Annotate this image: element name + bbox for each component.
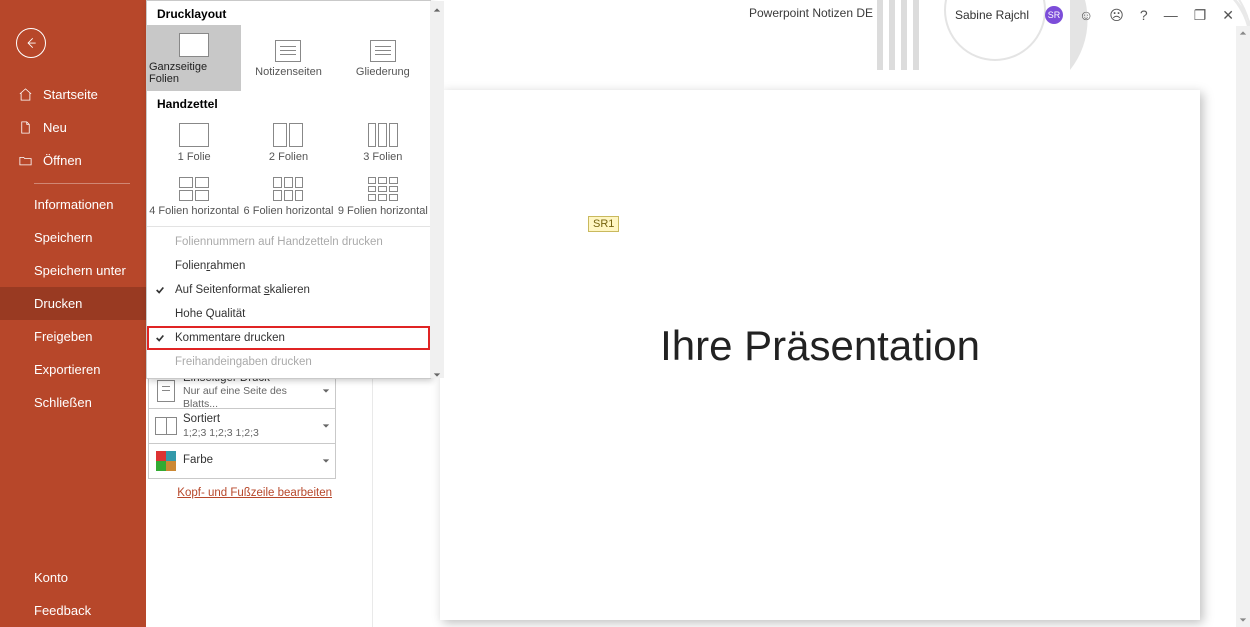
preview-scrollbar[interactable] <box>1236 26 1250 627</box>
chevron-down-icon <box>317 457 335 465</box>
handout-3-icon <box>368 123 398 147</box>
sidebar-item-startseite[interactable]: Startseite <box>0 78 146 111</box>
sidebar-item-speichern[interactable]: Speichern <box>0 221 146 254</box>
flyout-scrollbar[interactable] <box>430 1 444 378</box>
option-label: Folienrahmen <box>175 260 245 272</box>
check-icon <box>155 285 165 295</box>
handout-3-folien[interactable]: 3 Folien <box>336 115 430 169</box>
layout-option-notizenseiten[interactable]: Notizenseiten <box>241 25 335 91</box>
sidebar-label: Öffnen <box>43 153 82 168</box>
single-side-icon <box>157 380 175 402</box>
sidebar-item-oeffnen[interactable]: Öffnen <box>0 144 146 177</box>
handout-1-folie[interactable]: 1 Folie <box>147 115 241 169</box>
option-freihandeingaben-drucken: Freihandeingaben drucken <box>147 350 430 374</box>
handout-4-horizontal[interactable]: 4 Folien horizontal <box>147 169 241 223</box>
handout-1-icon <box>179 123 209 147</box>
handout-9h-icon <box>368 177 398 201</box>
print-layout-flyout: Drucklayout Ganzseitige Folien Notizense… <box>146 0 431 379</box>
option-kommentare-drucken[interactable]: Kommentare drucken <box>147 326 430 350</box>
chevron-down-icon <box>317 422 335 430</box>
chevron-down-icon <box>317 387 335 395</box>
option-foliennummern-drucken: Foliennummern auf Handzetteln drucken <box>147 230 430 254</box>
slide-title-text: Ihre Präsentation <box>440 322 1200 370</box>
sidebar-item-exportieren[interactable]: Exportieren <box>0 353 146 386</box>
setting-collate[interactable]: Sortiert 1;2;3 1;2;3 1;2;3 <box>148 408 336 444</box>
layout-option-gliederung[interactable]: Gliederung <box>336 25 430 91</box>
face-frown-icon[interactable]: ☹ <box>1109 7 1124 24</box>
outline-icon <box>370 40 396 62</box>
window-controls: Sabine Rajchl SR ☺ ☹ ? — ❐ ✕ <box>955 6 1234 24</box>
print-preview-area: Powerpoint Notizen DE Sabine Rajchl SR ☺… <box>372 0 1250 627</box>
collate-icon <box>155 417 177 435</box>
help-icon[interactable]: ? <box>1140 7 1148 23</box>
window-close-button[interactable]: ✕ <box>1222 7 1234 24</box>
handout-6-horizontal[interactable]: 6 Folien horizontal <box>241 169 335 223</box>
comment-marker[interactable]: SR1 <box>588 216 619 232</box>
face-smile-icon[interactable]: ☺ <box>1079 7 1093 23</box>
handout-4h-icon <box>179 177 209 201</box>
back-button[interactable] <box>16 28 46 58</box>
setting-color[interactable]: Farbe <box>148 443 336 479</box>
handout-2-folien[interactable]: 2 Folien <box>241 115 335 169</box>
layout-option-ganzseitige-folien[interactable]: Ganzseitige Folien <box>147 25 241 91</box>
option-folienrahmen[interactable]: Folienrahmen <box>147 254 430 278</box>
scroll-down-icon <box>1239 616 1247 624</box>
sidebar-item-drucken[interactable]: Drucken <box>0 287 146 320</box>
option-label: Auf Seitenformat skalieren <box>175 284 310 296</box>
sidebar-item-freigeben[interactable]: Freigeben <box>0 320 146 353</box>
sidebar-item-konto[interactable]: Konto <box>0 561 146 594</box>
sidebar-label: Neu <box>43 120 67 135</box>
window-minimize-button[interactable]: — <box>1164 7 1178 23</box>
user-avatar[interactable]: SR <box>1045 6 1063 24</box>
handout-6h-icon <box>273 177 303 201</box>
check-icon <box>155 333 165 343</box>
file-icon <box>18 120 33 135</box>
option-auf-seitenformat-skalieren[interactable]: Auf Seitenformat skalieren <box>147 278 430 302</box>
print-settings-column: Drucklayout Ganzseitige Folien Notizense… <box>146 0 372 627</box>
sidebar-item-informationen[interactable]: Informationen <box>0 188 146 221</box>
notes-page-icon <box>275 40 301 62</box>
fullpage-slide-icon <box>179 33 209 57</box>
user-name: Sabine Rajchl <box>955 8 1029 22</box>
sidebar-item-feedback[interactable]: Feedback <box>0 594 146 627</box>
handout-9-horizontal[interactable]: 9 Folien horizontal <box>336 169 430 223</box>
sidebar-item-speichern-unter[interactable]: Speichern unter <box>0 254 146 287</box>
option-hohe-qualitaet[interactable]: Hohe Qualität <box>147 302 430 326</box>
header-footer-link[interactable]: Kopf- und Fußzeile bearbeiten <box>148 487 336 499</box>
scroll-up-icon <box>433 3 441 11</box>
home-icon <box>18 87 33 102</box>
backstage-sidebar: Startseite Neu Öffnen Informationen Spei… <box>0 0 146 627</box>
scroll-down-icon <box>433 368 441 376</box>
color-icon <box>156 451 176 471</box>
window-restore-button[interactable]: ❐ <box>1194 7 1207 24</box>
flyout-section-drucklayout: Drucklayout <box>147 1 430 25</box>
sidebar-item-neu[interactable]: Neu <box>0 111 146 144</box>
folder-open-icon <box>18 153 33 168</box>
scroll-up-icon <box>1239 29 1247 37</box>
flyout-section-handzettel: Handzettel <box>147 91 430 115</box>
slide-preview: SR1 Ihre Präsentation <box>440 90 1200 620</box>
handout-2-icon <box>273 123 303 147</box>
sidebar-label: Startseite <box>43 87 98 102</box>
sidebar-item-schliessen[interactable]: Schließen <box>0 386 146 419</box>
document-title: Powerpoint Notizen DE <box>749 6 873 20</box>
